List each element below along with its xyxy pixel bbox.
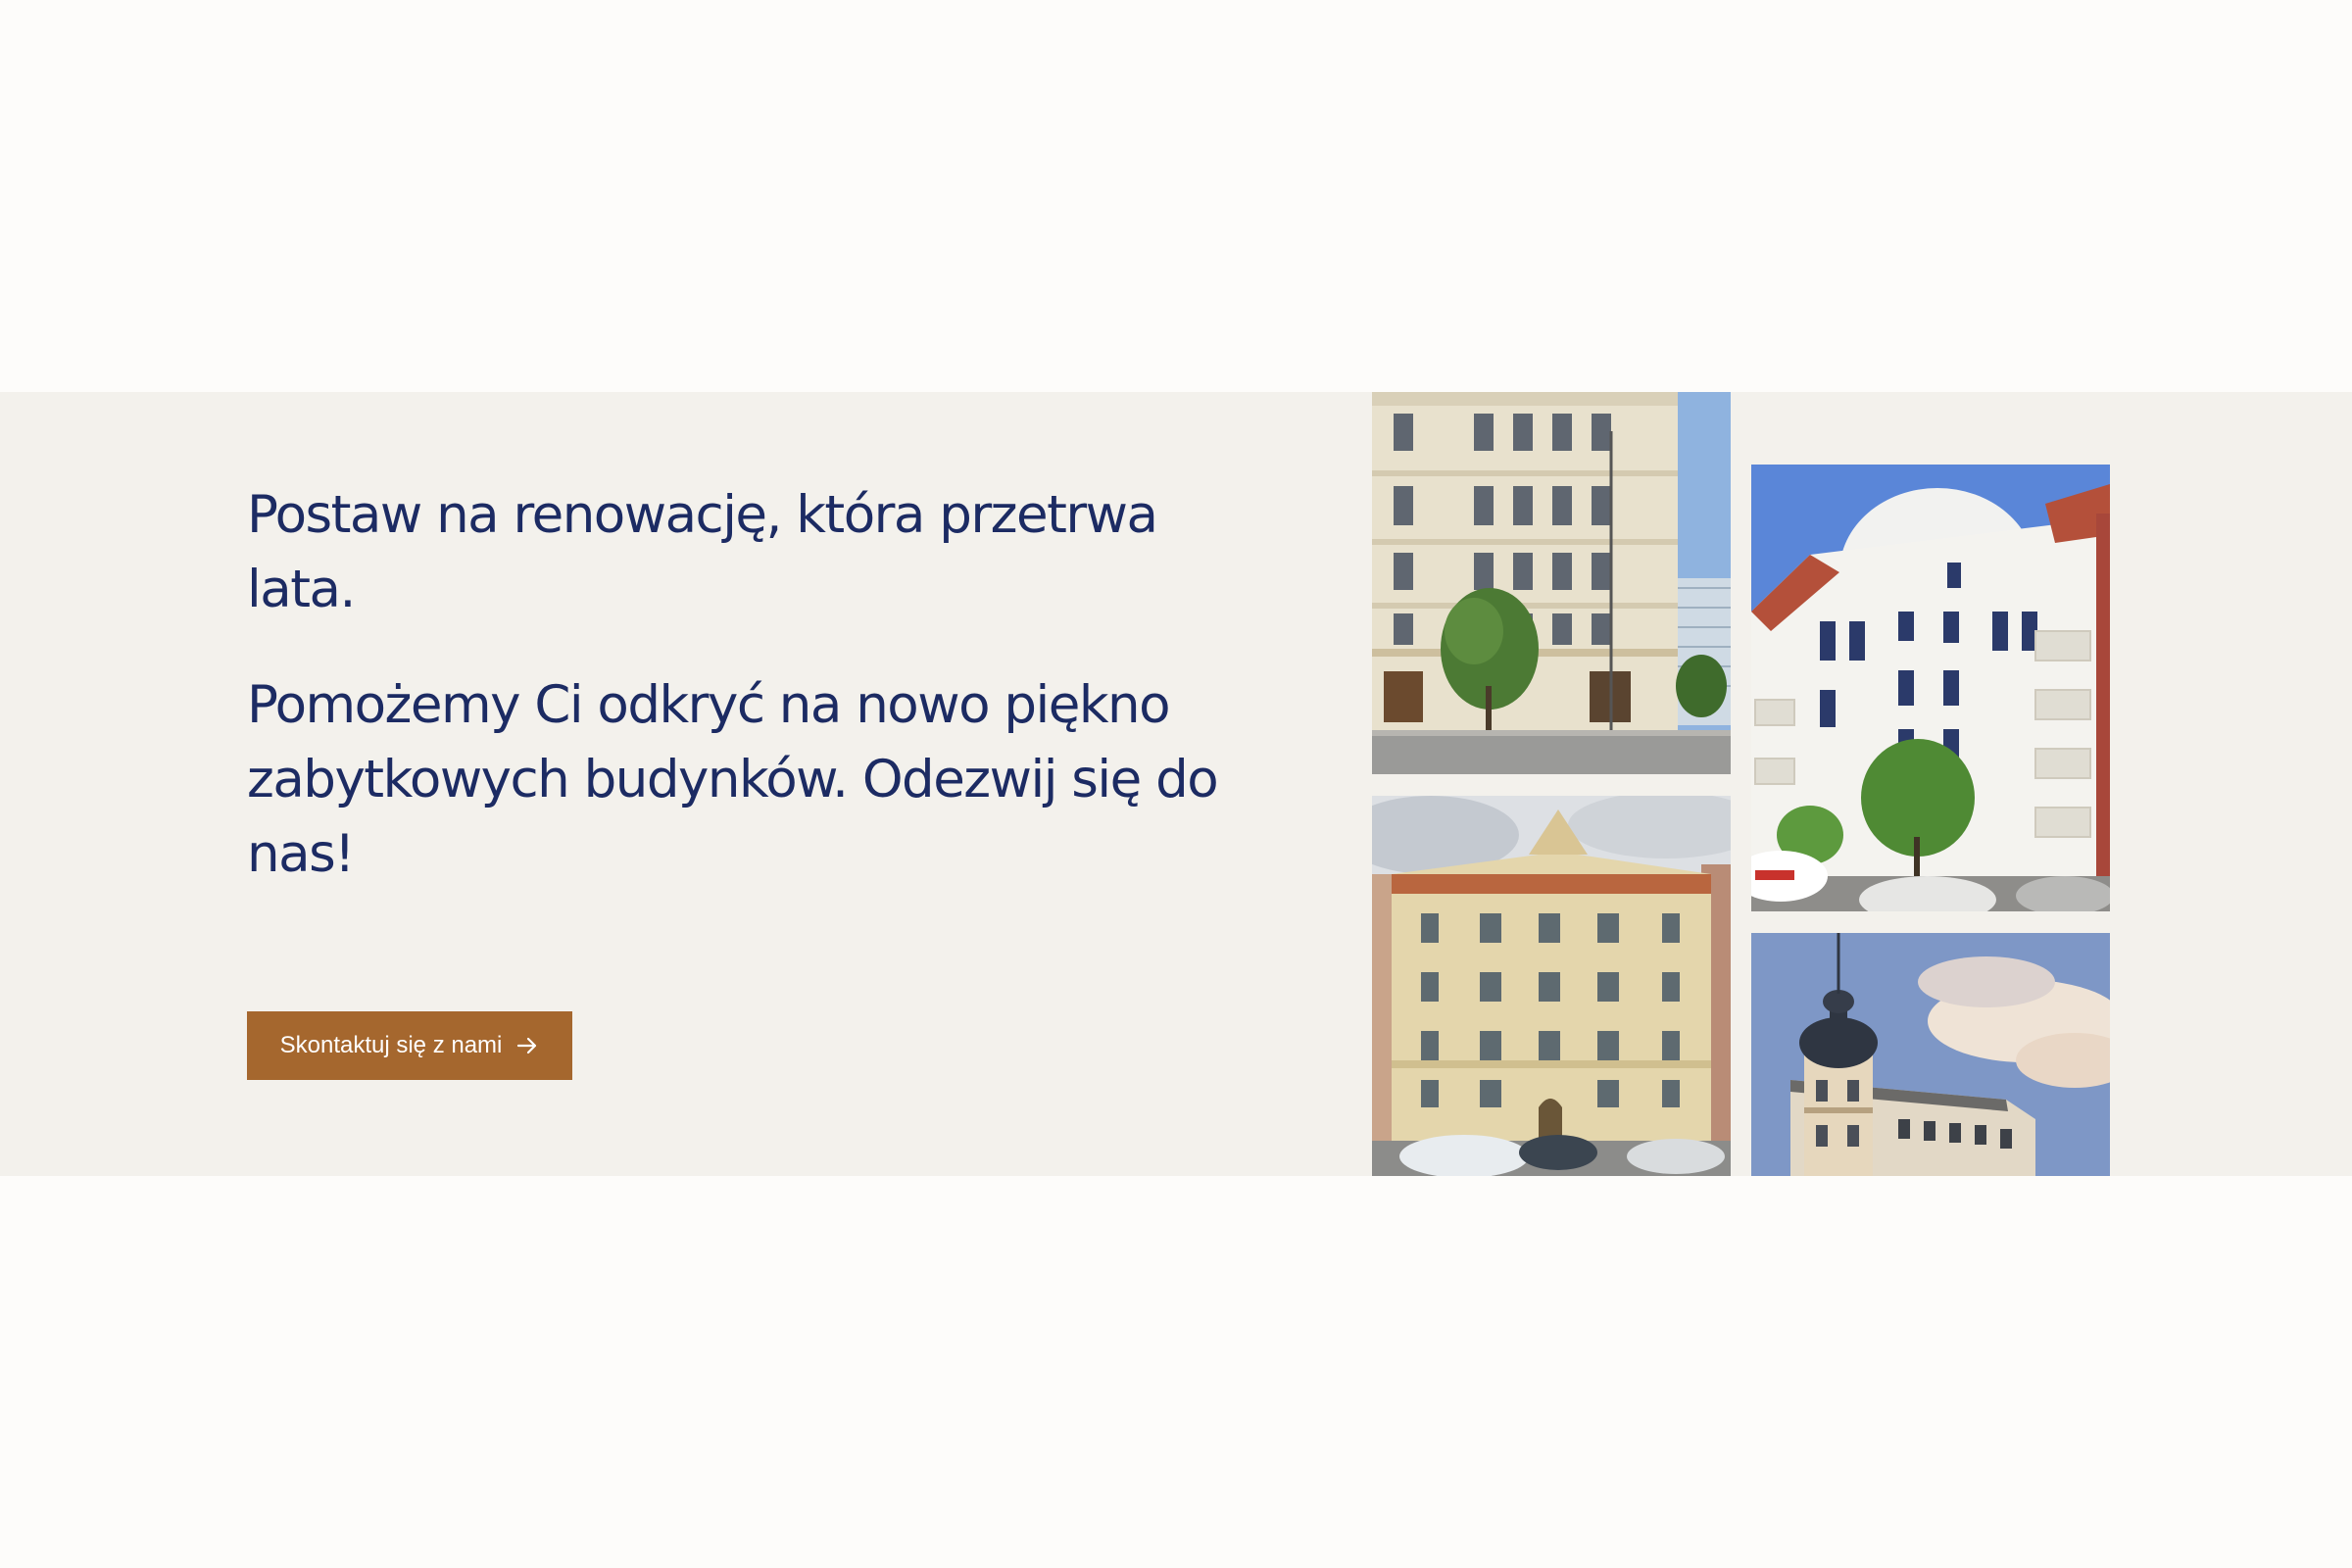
- cta-headline: Postaw na renowację, która przetrwa lata…: [247, 485, 1158, 619]
- cta-subheadline: Pomożemy Ci odkryć na nowo piękno zabytk…: [247, 675, 1219, 884]
- building-photo-2: [1751, 465, 2110, 911]
- arrow-right-icon: [515, 1034, 539, 1057]
- building-photo-1: [1372, 392, 1731, 774]
- building-photo-4: [1751, 933, 2110, 1176]
- contact-us-button-label: Skontaktuj się z nami: [279, 1032, 503, 1058]
- building-photo-3: [1372, 796, 1731, 1176]
- cta-section: Postaw na renowację, która przetrwa lata…: [0, 392, 2352, 1176]
- contact-us-button[interactable]: Skontaktuj się z nami: [247, 1011, 572, 1080]
